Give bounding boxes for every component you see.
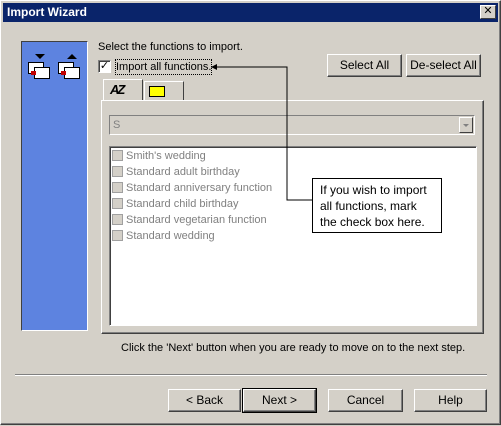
window-title: Import Wizard [7, 5, 87, 19]
checkbox-icon[interactable] [112, 229, 123, 241]
sort-az-icon: AZ [110, 82, 125, 97]
deselect-all-button[interactable]: De-select All [406, 54, 481, 77]
import-all-label[interactable]: Import all functions. [114, 59, 213, 75]
folder-icon [149, 86, 165, 97]
list-item[interactable]: Standard adult birthday [112, 164, 240, 180]
import-wizard-window: Import Wizard ✕ Select the functions to … [0, 0, 501, 425]
title-bar: Import Wizard ✕ [3, 3, 498, 22]
list-item[interactable]: Standard anniversary function [112, 180, 272, 196]
import-graphic-icon [28, 54, 50, 79]
back-button[interactable]: < Back [168, 389, 241, 412]
checkbox-icon[interactable] [112, 149, 123, 161]
close-button[interactable]: ✕ [480, 5, 496, 19]
checkbox-icon[interactable] [112, 213, 123, 225]
wizard-side-panel [21, 41, 88, 331]
instruction-text: Select the functions to import. [98, 41, 243, 53]
import-all-checkbox[interactable]: ✓ [98, 60, 111, 73]
checkbox-icon[interactable] [112, 165, 123, 177]
footer-hint: Click the 'Next' button when you are rea… [121, 342, 466, 354]
functions-list[interactable]: Smith's wedding Standard adult birthday … [109, 146, 477, 326]
help-button[interactable]: Help [414, 389, 487, 412]
chevron-down-icon[interactable] [459, 117, 473, 133]
next-button[interactable]: Next > [242, 388, 317, 413]
select-all-button[interactable]: Select All [327, 54, 402, 77]
checkbox-icon[interactable] [112, 181, 123, 193]
tab-folders[interactable] [144, 81, 184, 101]
tab-alphabetical[interactable]: AZ [103, 79, 143, 101]
checkbox-icon[interactable] [112, 197, 123, 209]
cancel-button[interactable]: Cancel [328, 389, 403, 412]
filter-value: S [113, 119, 121, 131]
list-item[interactable]: Standard child birthday [112, 196, 239, 212]
list-item[interactable]: Standard vegetarian function [112, 212, 267, 228]
list-item[interactable]: Smith's wedding [112, 148, 206, 164]
filter-combobox[interactable]: S [109, 115, 475, 135]
list-item[interactable]: Standard wedding [112, 228, 215, 244]
separator [15, 374, 487, 376]
help-callout: If you wish to import all functions, mar… [312, 178, 442, 233]
export-graphic-icon [58, 54, 80, 79]
